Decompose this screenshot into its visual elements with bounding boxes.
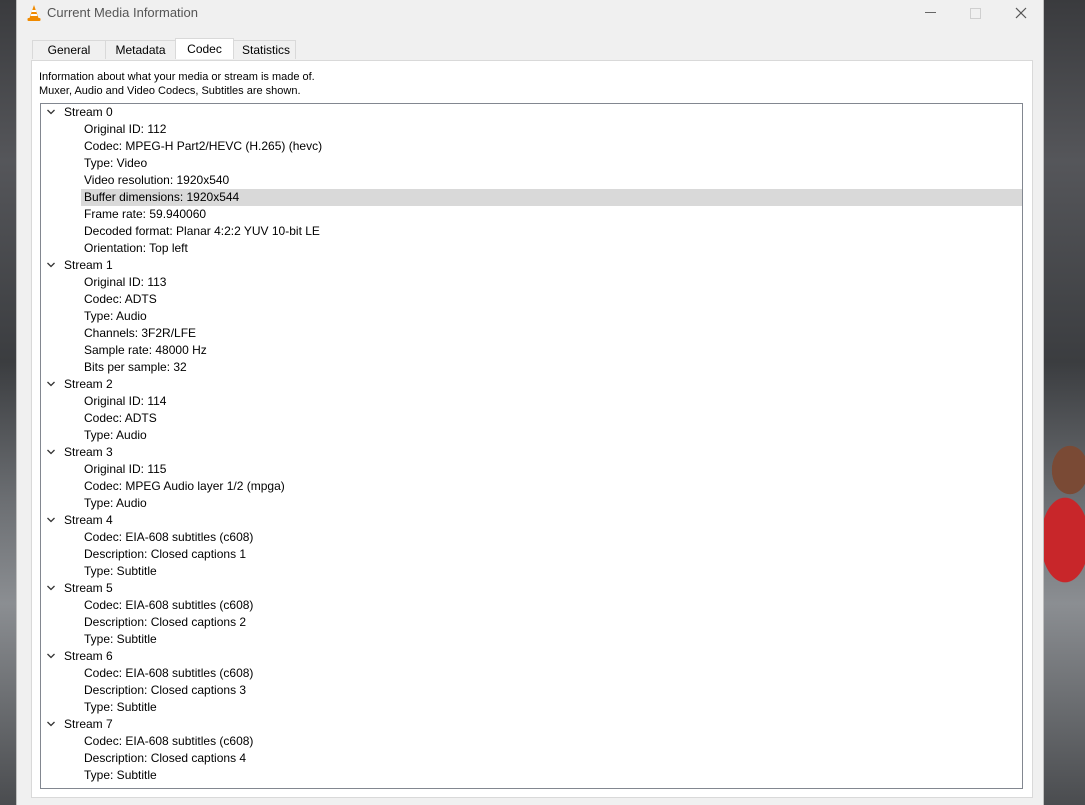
stream-property[interactable]: Description: Closed captions 3 — [81, 682, 1022, 699]
chevron-down-icon[interactable] — [45, 376, 57, 393]
codec-panel: Information about what your media or str… — [31, 60, 1033, 798]
stream-property[interactable]: Original ID: 113 — [81, 274, 1022, 291]
chevron-down-icon[interactable] — [45, 716, 57, 733]
chevron-down-icon[interactable] — [45, 512, 57, 529]
minimize-button[interactable] — [910, 2, 950, 24]
stream-property[interactable]: Original ID: 114 — [81, 393, 1022, 410]
description-line-2: Muxer, Audio and Video Codecs, Subtitles… — [39, 85, 301, 97]
maximize-icon — [969, 7, 981, 19]
stream-property[interactable]: Codec: MPEG Audio layer 1/2 (mpga) — [81, 478, 1022, 495]
stream-property[interactable]: Description: Closed captions 4 — [81, 750, 1022, 767]
window-bottom-edge — [17, 798, 1043, 805]
stream-property[interactable]: Codec: EIA-608 subtitles (c608) — [81, 733, 1022, 750]
stream-property[interactable]: Original ID: 112 — [81, 121, 1022, 138]
stream-property[interactable]: Type: Audio — [81, 427, 1022, 444]
chevron-down-icon[interactable] — [45, 580, 57, 597]
stream-property[interactable]: Frame rate: 59.940060 — [81, 206, 1022, 223]
stream-label: Stream 2 — [64, 377, 113, 391]
stream-property[interactable]: Codec: EIA-608 subtitles (c608) — [81, 597, 1022, 614]
stream-property[interactable]: Decoded format: Planar 4:2:2 YUV 10-bit … — [81, 223, 1022, 240]
stream-property[interactable]: Type: Subtitle — [81, 631, 1022, 648]
stream-property[interactable]: Original ID: 115 — [81, 461, 1022, 478]
chevron-down-icon[interactable] — [45, 257, 57, 274]
title-bar[interactable]: Current Media Information — [17, 0, 1043, 26]
stream-label: Stream 6 — [64, 649, 113, 663]
tab-statistics[interactable]: Statistics — [233, 40, 296, 59]
window-title: Current Media Information — [47, 5, 199, 20]
stream-property[interactable]: Description: Closed captions 2 — [81, 614, 1022, 631]
stream-property[interactable]: Codec: EIA-608 subtitles (c608) — [81, 529, 1022, 546]
close-button[interactable] — [1001, 2, 1041, 24]
stream-property[interactable]: Codec: ADTS — [81, 410, 1022, 427]
stream-property[interactable]: Orientation: Top left — [81, 240, 1022, 257]
stream-label: Stream 1 — [64, 258, 113, 272]
stream-property[interactable]: Codec: EIA-608 subtitles (c608) — [81, 665, 1022, 682]
stream-property[interactable]: Description: Closed captions 1 — [81, 546, 1022, 563]
stream-property[interactable]: Type: Video — [81, 155, 1022, 172]
stream-property[interactable]: Buffer dimensions: 1920x544 — [81, 189, 1022, 206]
stream-label: Stream 7 — [64, 717, 113, 731]
stream-label: Stream 4 — [64, 513, 113, 527]
chevron-down-icon[interactable] — [45, 444, 57, 461]
stream-property[interactable]: Bits per sample: 32 — [81, 359, 1022, 376]
stream-property[interactable]: Type: Subtitle — [81, 699, 1022, 716]
stream-property[interactable]: Type: Subtitle — [81, 767, 1022, 784]
stream-property[interactable]: Codec: MPEG-H Part2/HEVC (H.265) (hevc) — [81, 138, 1022, 155]
tab-general[interactable]: General — [32, 40, 106, 59]
chevron-down-icon[interactable] — [45, 104, 57, 121]
stream-property[interactable]: Codec: ADTS — [81, 291, 1022, 308]
stream-label: Stream 5 — [64, 581, 113, 595]
stream-property[interactable]: Video resolution: 1920x540 — [81, 172, 1022, 189]
stream-property[interactable]: Channels: 3F2R/LFE — [81, 325, 1022, 342]
stream-label: Stream 0 — [64, 105, 113, 119]
close-icon — [1015, 7, 1027, 19]
maximize-button[interactable] — [955, 2, 995, 24]
tab-metadata[interactable]: Metadata — [105, 40, 176, 59]
stream-tree[interactable]: Stream 0 Original ID: 112 Codec: MPEG-H Pa… — [40, 103, 1023, 789]
chevron-down-icon[interactable] — [45, 648, 57, 665]
stream-property[interactable]: Sample rate: 48000 Hz — [81, 342, 1022, 359]
stream-property[interactable]: Type: Audio — [81, 495, 1022, 512]
description-line-1: Information about what your media or str… — [39, 71, 315, 83]
stream-label: Stream 3 — [64, 445, 113, 459]
media-info-window: Current Media Information General Metada… — [16, 0, 1044, 805]
stream-property[interactable]: Type: Subtitle — [81, 563, 1022, 580]
stream-property[interactable]: Type: Audio — [81, 308, 1022, 325]
tab-codec[interactable]: Codec — [175, 38, 234, 59]
tab-bar: General Metadata Codec Statistics — [32, 38, 296, 60]
vlc-cone-icon — [26, 4, 42, 22]
codec-description: Information about what your media or str… — [39, 70, 315, 98]
